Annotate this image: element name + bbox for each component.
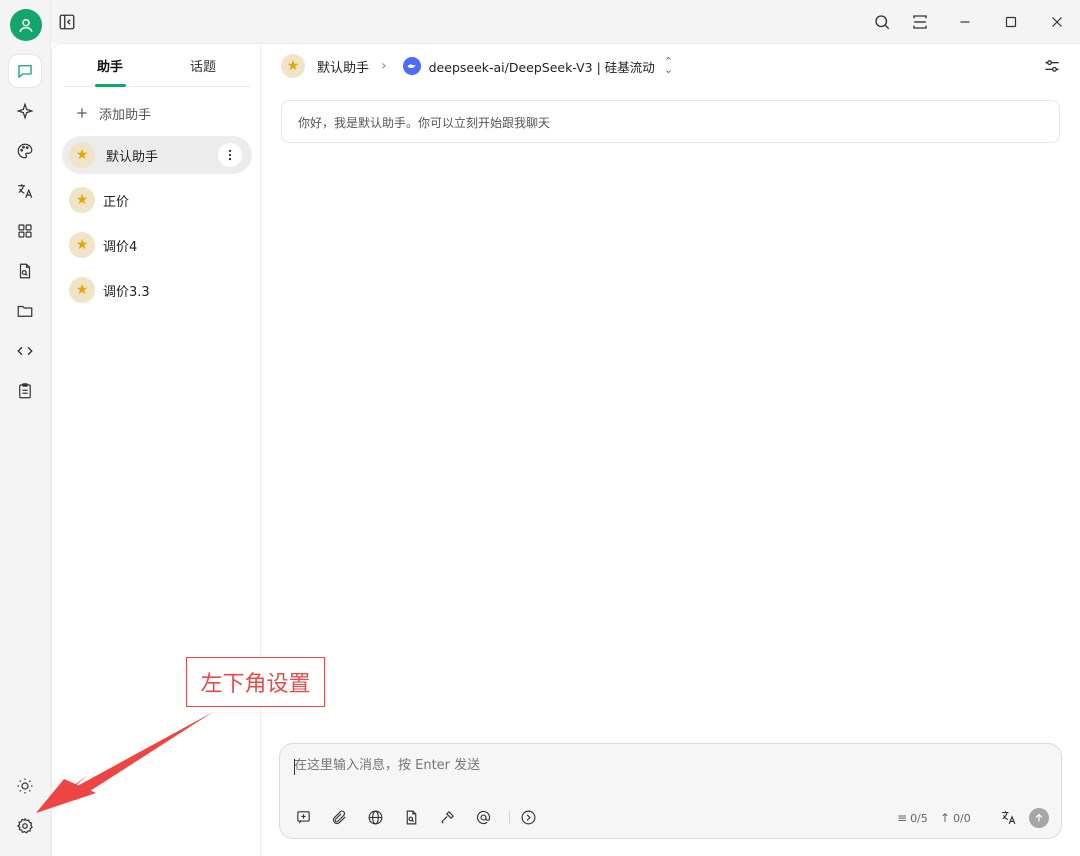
star-icon: ★ xyxy=(69,232,95,258)
deepseek-logo-icon xyxy=(402,57,421,75)
chat-area: ★ 默认助手 › deepseek-ai/DeepSeek-V3 | 硅基流动 … xyxy=(261,43,1080,856)
assistant-name: 正价 xyxy=(103,194,130,210)
assistant-name: 调价4 xyxy=(103,239,138,255)
knowledge-base-icon[interactable] xyxy=(400,806,422,828)
new-topic-icon[interactable] xyxy=(292,806,314,828)
star-icon: ★ xyxy=(69,142,95,168)
toolbar-divider xyxy=(509,810,510,824)
mention-icon[interactable] xyxy=(472,806,494,828)
chat-settings-icon[interactable] xyxy=(1042,56,1062,76)
sun-icon[interactable] xyxy=(9,770,41,802)
model-selector[interactable]: deepseek-ai/DeepSeek-V3 | 硅基流动 xyxy=(429,57,655,76)
tab-topics[interactable]: 话题 xyxy=(190,56,216,75)
breadcrumb: ★ 默认助手 › deepseek-ai/DeepSeek-V3 | 硅基流动 … xyxy=(281,54,673,78)
chevron-updown-icon[interactable]: ⌃ ⌄ xyxy=(664,56,673,75)
code-icon[interactable] xyxy=(9,335,41,367)
panel-tabs: 助手 话题 xyxy=(64,44,250,87)
message-composer: ≡ 0/5 ↑ 0/0 xyxy=(279,743,1062,839)
attachment-icon[interactable] xyxy=(328,806,350,828)
plus-icon xyxy=(77,108,87,118)
add-assistant-button[interactable]: 添加助手 xyxy=(74,102,151,124)
folder-icon[interactable] xyxy=(9,295,41,327)
active-tab-indicator xyxy=(95,84,126,87)
minimize-icon[interactable] xyxy=(951,8,979,36)
context-count: 0/5 xyxy=(910,811,928,825)
expand-arrow-icon[interactable] xyxy=(517,806,539,828)
text-caret xyxy=(294,759,295,775)
sidebar-toggle-icon[interactable] xyxy=(53,8,81,36)
palette-icon[interactable] xyxy=(9,135,41,167)
assistant-item[interactable]: ★ 默认助手 xyxy=(62,136,252,174)
context-counter: ≡ 0/5 xyxy=(897,811,928,825)
tab-assistants[interactable]: 助手 xyxy=(97,56,123,75)
hammer-icon[interactable] xyxy=(436,806,458,828)
token-counter: ↑ 0/0 xyxy=(940,811,971,825)
translate-icon[interactable] xyxy=(9,175,41,207)
search-icon[interactable] xyxy=(868,8,896,36)
chevron-right-icon: › xyxy=(381,58,387,74)
star-icon: ★ xyxy=(69,187,95,213)
title-bar xyxy=(51,0,1080,43)
message-input[interactable] xyxy=(294,758,1034,773)
icon-rail xyxy=(0,0,51,856)
close-icon[interactable] xyxy=(1043,8,1071,36)
welcome-message: 你好，我是默认助手。你可以立刻开始跟我聊天 xyxy=(281,100,1060,143)
file-search-icon[interactable] xyxy=(9,255,41,287)
arrow-up-icon xyxy=(1035,813,1043,822)
star-icon: ★ xyxy=(69,277,95,303)
maximize-icon[interactable] xyxy=(997,8,1025,36)
assistant-item[interactable]: ★ 调价4 xyxy=(62,226,252,264)
app-window: 助手 话题 添加助手 ★ 默认助手 ★ 正价 ★ 调价4 ★ 调价3.3 ★ 默… xyxy=(0,0,1080,856)
token-count: 0/0 xyxy=(953,811,971,825)
assistant-name: 调价3.3 xyxy=(103,284,150,300)
assistant-panel: 助手 话题 添加助手 ★ 默认助手 ★ 正价 ★ 调价4 ★ 调价3.3 xyxy=(51,43,261,856)
sparkle-icon[interactable] xyxy=(9,95,41,127)
add-assistant-label: 添加助手 xyxy=(99,107,152,123)
current-assistant-name[interactable]: 默认助手 xyxy=(317,57,369,76)
chat-icon[interactable] xyxy=(9,55,41,87)
assistant-item[interactable]: ★ 调价3.3 xyxy=(62,271,252,309)
apps-icon[interactable] xyxy=(9,215,41,247)
star-icon: ★ xyxy=(281,54,305,78)
clipboard-icon[interactable] xyxy=(9,375,41,407)
assistant-item[interactable]: ★ 正价 xyxy=(62,181,252,219)
send-button[interactable] xyxy=(1029,808,1049,828)
avatar[interactable] xyxy=(10,9,42,41)
web-search-icon[interactable] xyxy=(364,806,386,828)
annotation-callout: 左下角设置 xyxy=(186,657,325,707)
assistant-name: 默认助手 xyxy=(106,149,159,165)
list-icon: ≡ xyxy=(897,811,908,825)
scan-icon[interactable] xyxy=(906,8,934,36)
more-options-icon[interactable] xyxy=(218,143,242,167)
translate-icon[interactable] xyxy=(997,806,1019,828)
arrow-up-icon: ↑ xyxy=(940,811,951,825)
gear-icon[interactable] xyxy=(9,810,41,842)
